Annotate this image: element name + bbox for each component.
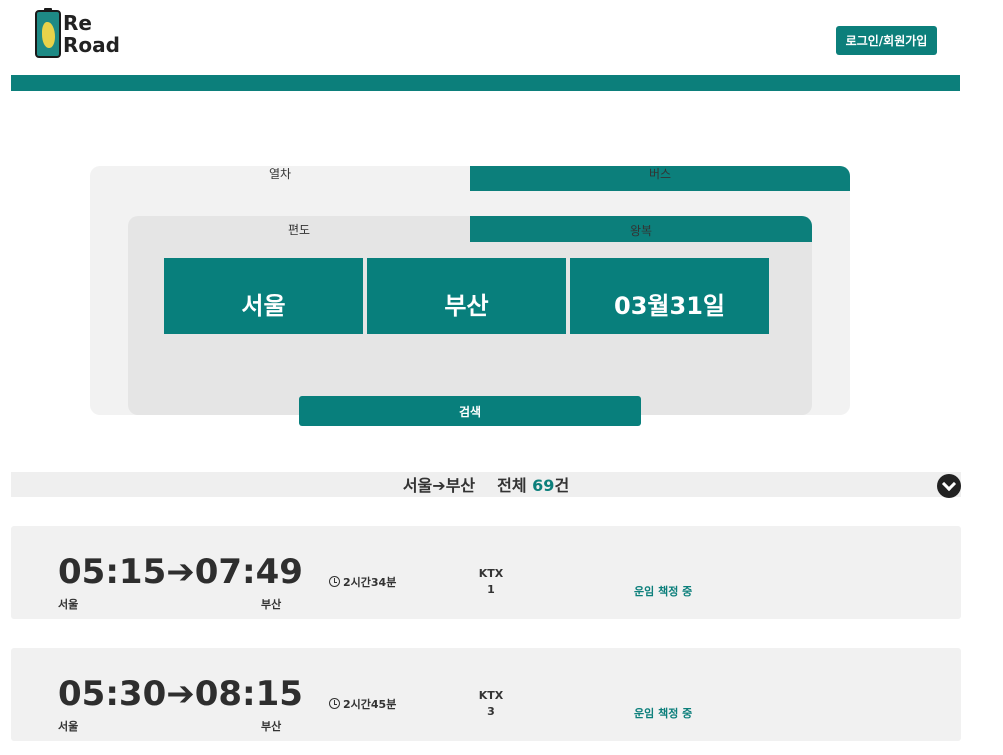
trip-fare-status: 운임 책정 중 [634, 585, 693, 598]
tab-round-trip[interactable]: 왕복 [470, 216, 812, 242]
logo-line2: Road [63, 33, 120, 57]
result-summary: 서울➔부산 전체 69건 [11, 472, 961, 499]
header-bar [11, 75, 960, 91]
result-from: 서울 [402, 476, 433, 495]
result-summary-bar: 서울➔부산 전체 69건 [11, 472, 961, 497]
trip-duration-text: 2시간45분 [343, 698, 397, 711]
trip-from: 서울 [58, 598, 79, 611]
trip-time: 05:30➔08:15 [58, 674, 303, 714]
clock-icon [329, 576, 340, 587]
trip-train-number: 1 [487, 583, 495, 596]
arrow-right-icon: ➔ [432, 476, 446, 495]
result-to: 부산 [445, 476, 476, 495]
trip-from: 서울 [58, 720, 79, 733]
trip-card[interactable]: 05:15➔07:49 서울 부산 2시간34분 KTX 1 운임 책정 중 [11, 526, 961, 619]
result-unit: 건 [554, 476, 570, 495]
trip-to: 부산 [261, 598, 282, 611]
login-signup-button[interactable]: 로그인/회원가입 [836, 26, 937, 55]
trip-duration: 2시간34분 [329, 574, 396, 590]
trip-duration: 2시간45분 [329, 696, 396, 712]
trip-train-type: KTX [478, 689, 504, 702]
tab-train[interactable]: 열차 [90, 166, 470, 191]
trip-to: 부산 [261, 720, 282, 733]
trip-train-type: KTX [478, 567, 504, 580]
phone-map-icon [35, 8, 61, 58]
trip-train-info: KTX 1 [476, 566, 506, 598]
trip-duration-text: 2시간34분 [343, 576, 397, 589]
trip-time: 05:15➔07:49 [58, 552, 303, 592]
result-total-label: 전체 [497, 476, 527, 495]
trip-fare-status: 운임 책정 중 [634, 707, 693, 720]
date-field[interactable]: 03월31일 [570, 258, 769, 334]
trip-train-number: 3 [487, 705, 495, 718]
tab-oneway[interactable]: 편도 [128, 216, 470, 242]
logo[interactable]: Re Road [35, 8, 125, 62]
clock-icon [329, 698, 340, 709]
trip-train-info: KTX 3 [476, 688, 506, 720]
departure-field[interactable]: 서울 [164, 258, 363, 334]
trip-card[interactable]: 05:30➔08:15 서울 부산 2시간45분 KTX 3 운임 책정 중 [11, 648, 961, 741]
chevron-down-icon[interactable] [937, 474, 961, 498]
search-button[interactable]: 검색 [299, 396, 641, 426]
logo-line1: Re [63, 11, 92, 35]
arrival-field[interactable]: 부산 [367, 258, 566, 334]
logo-text: Re Road [63, 12, 120, 56]
tab-bus[interactable]: 버스 [470, 166, 850, 191]
result-count: 69 [532, 476, 555, 495]
